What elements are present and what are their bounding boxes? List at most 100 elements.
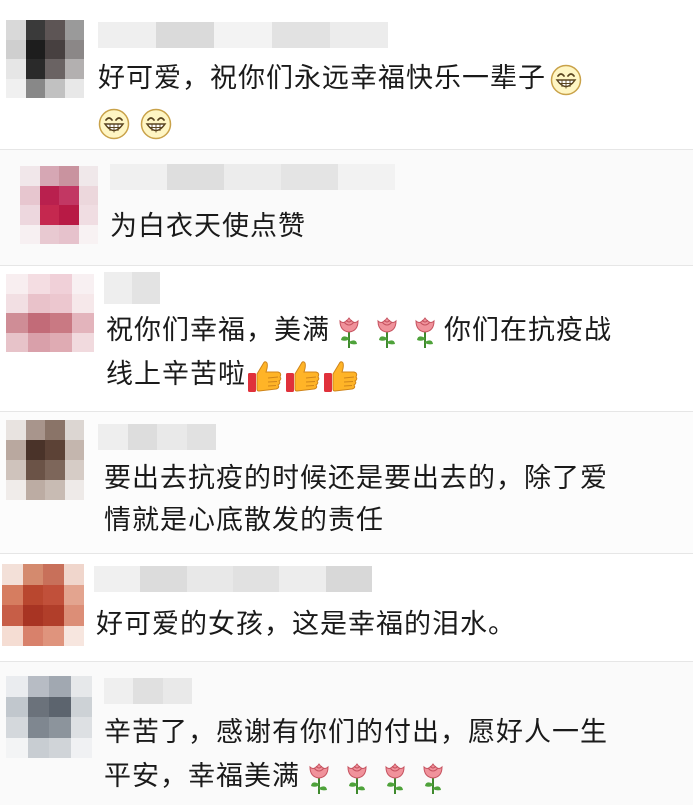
username-pixel [214, 22, 272, 48]
avatar-pixel [25, 440, 45, 460]
avatar[interactable] [20, 166, 98, 244]
avatar-pixel [50, 293, 72, 313]
username-pixel [281, 164, 338, 190]
avatar-pixel [59, 205, 79, 225]
avatar-pixel [27, 737, 49, 758]
avatar-pixel [72, 332, 94, 352]
comment-item: 好可爱的女孩，这是幸福的泪水。 [0, 554, 693, 662]
avatar-pixel [22, 564, 43, 585]
comment-text-line: 平安，幸福美满 [104, 761, 300, 792]
username-pixel [133, 678, 163, 704]
comment-item: 要出去抗疫的时候还是要出去的，除了爱 情就是心底散发的责任 [0, 412, 693, 554]
username-pixel [140, 566, 187, 592]
rose-emoji-icon [306, 760, 332, 796]
comment-text-line-2: 平安，幸福美满 [104, 756, 452, 798]
username-pixelated[interactable] [110, 164, 395, 190]
comment-item: 为白衣天使点赞 [0, 150, 693, 266]
avatar[interactable] [6, 20, 84, 98]
thumbs-up-emoji-icon [285, 358, 321, 394]
avatar-pixel [64, 20, 84, 40]
avatar-pixel [45, 440, 65, 460]
comment-item: 好可爱，祝你们永远幸福快乐一辈子 [0, 0, 693, 150]
avatar-pixel [39, 205, 59, 225]
avatar-pixel [78, 185, 98, 205]
comment-text-line-2: 情就是心底散发的责任 [104, 500, 384, 542]
avatar-pixel [45, 20, 65, 40]
comment-text-line: 要出去抗疫的时候还是要出去的，除了爱 [104, 463, 608, 494]
avatar[interactable] [6, 274, 94, 352]
username-pixel [186, 566, 233, 592]
avatar-pixel [64, 59, 84, 79]
comment-text-line: 祝你们幸福，美满 [106, 315, 330, 346]
avatar-pixel [43, 584, 64, 605]
comment-list: 好可爱，祝你们永远幸福快乐一辈子 为白衣天使点赞 祝你们幸福，美满 你们在抗疫战 … [0, 0, 693, 805]
avatar-pixel [25, 39, 45, 59]
comment-text: 好可爱，祝你们永远幸福快乐一辈子 [98, 58, 582, 100]
avatar-pixel [20, 166, 40, 186]
avatar-pixel [6, 480, 26, 500]
avatar-pixel [63, 584, 84, 605]
avatar-pixel [2, 625, 23, 646]
avatar-pixel [63, 564, 84, 585]
avatar-pixel [50, 332, 72, 352]
username-pixel [104, 272, 132, 304]
rose-emoji-icon [374, 314, 400, 350]
username-pixel [232, 566, 280, 592]
avatar-pixel [6, 293, 28, 313]
username-pixel [94, 566, 141, 592]
username-pixel [110, 164, 167, 190]
avatar-pixel [43, 564, 64, 585]
avatar-pixel [6, 440, 26, 460]
avatar-pixel [6, 78, 26, 98]
comment-text-line: 你们在抗疫战 [444, 315, 612, 346]
avatar[interactable] [6, 676, 92, 758]
avatar-pixel [2, 605, 23, 626]
avatar-pixel [25, 59, 45, 79]
avatar-pixel [6, 717, 28, 738]
comment-text-line: 情就是心底散发的责任 [104, 505, 384, 536]
username-pixelated[interactable] [94, 566, 372, 592]
grinning-face-emoji-icon [550, 64, 582, 96]
avatar-pixel [64, 440, 84, 460]
username-pixel [162, 678, 192, 704]
username-pixel [132, 272, 160, 304]
comment-text: 祝你们幸福，美满 你们在抗疫战 [106, 310, 612, 352]
avatar-pixel [6, 274, 28, 294]
avatar-pixel [22, 625, 43, 646]
comment-text: 为白衣天使点赞 [110, 206, 306, 248]
avatar-pixel [70, 676, 92, 697]
avatar-pixel [59, 166, 79, 186]
username-pixel [279, 566, 326, 592]
avatar-pixel [45, 420, 65, 440]
avatar-pixel [20, 185, 40, 205]
comment-text-line: 好可爱，祝你们永远幸福快乐一辈子 [98, 63, 546, 94]
comment-item: 祝你们幸福，美满 你们在抗疫战 线上辛苦啦 [0, 266, 693, 412]
username-pixelated[interactable] [104, 272, 160, 304]
avatar-pixel [27, 717, 49, 738]
username-pixelated[interactable] [98, 424, 216, 450]
avatar-pixel [43, 605, 64, 626]
avatar-pixel [72, 293, 94, 313]
thumbs-up-emoji-icon [323, 358, 359, 394]
avatar-pixel [22, 605, 43, 626]
username-pixelated[interactable] [104, 678, 192, 704]
avatar-pixel [27, 676, 49, 697]
avatar-pixel [70, 696, 92, 717]
username-pixelated[interactable] [98, 22, 388, 48]
avatar-pixel [45, 39, 65, 59]
avatar-pixel [63, 605, 84, 626]
username-pixel [224, 164, 281, 190]
avatar[interactable] [2, 564, 84, 646]
avatar-pixel [22, 584, 43, 605]
avatar-pixel [72, 313, 94, 333]
avatar-pixel [50, 274, 72, 294]
avatar-pixel [64, 39, 84, 59]
avatar-pixel [6, 676, 28, 697]
avatar-pixel [43, 625, 64, 646]
avatar[interactable] [6, 420, 84, 500]
avatar-pixel [59, 224, 79, 244]
username-pixel [98, 424, 128, 450]
avatar-pixel [25, 480, 45, 500]
avatar-pixel [6, 39, 26, 59]
avatar-pixel [2, 564, 23, 585]
